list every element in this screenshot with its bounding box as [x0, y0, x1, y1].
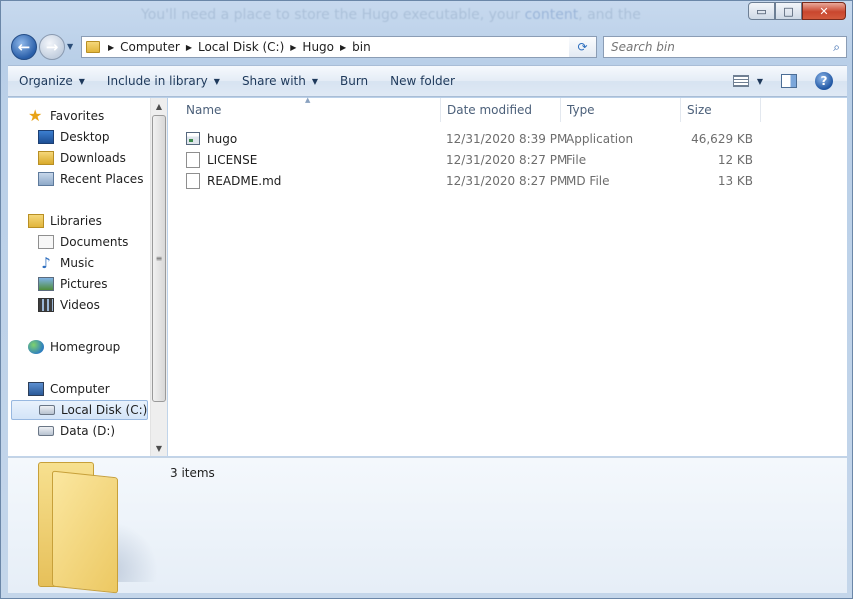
desktop-icon	[38, 130, 54, 144]
chevron-down-icon: ▼	[213, 76, 220, 86]
forward-button[interactable]: →	[39, 34, 65, 60]
scrollbar-thumb[interactable]: ≡	[152, 115, 166, 402]
nav-libraries[interactable]: Libraries	[8, 211, 148, 231]
chevron-right-icon[interactable]: ▶	[340, 43, 346, 52]
nav-homegroup[interactable]: Homegroup	[8, 337, 148, 357]
include-in-library-button[interactable]: Include in library ▼	[96, 74, 231, 88]
scroll-up-icon[interactable]: ▲	[151, 98, 167, 114]
chevron-right-icon[interactable]: ▶	[108, 43, 114, 52]
nav-documents[interactable]: Documents	[8, 232, 148, 252]
nav-data-drive[interactable]: Data (D:)	[8, 421, 148, 441]
item-count: 3 items	[170, 466, 215, 480]
details-pane: 3 items	[8, 457, 847, 594]
file-size: 12 KB	[717, 152, 753, 167]
nav-videos[interactable]: Videos	[8, 295, 148, 315]
recent-places-icon	[38, 172, 54, 186]
change-view-icon[interactable]	[732, 75, 749, 87]
view-options-dropdown-icon[interactable]: ▼	[757, 77, 763, 86]
search-box[interactable]: ⌕	[603, 36, 847, 58]
chevron-right-icon[interactable]: ▶	[290, 43, 296, 52]
minimize-button[interactable]: ▭	[748, 2, 775, 20]
homegroup-icon	[28, 340, 44, 354]
navigation-bar: ← → ▼ ▶ Computer ▶ Local Disk (C:) ▶ Hugo ▶…	[9, 32, 847, 62]
videos-icon	[38, 298, 54, 312]
preview-pane-icon[interactable]	[781, 74, 797, 88]
documents-icon	[38, 235, 54, 249]
nav-recent-places[interactable]: Recent Places	[8, 169, 148, 189]
recent-pages-dropdown-icon[interactable]: ▼	[67, 42, 73, 51]
organize-button[interactable]: Organize ▼	[8, 74, 96, 88]
chevron-right-icon[interactable]: ▶	[186, 43, 192, 52]
breadcrumb-local-disk[interactable]: ▶ Local Disk (C:)	[184, 40, 288, 54]
file-type: File	[566, 152, 587, 167]
application-icon	[186, 132, 200, 145]
nav-computer[interactable]: Computer	[8, 379, 148, 399]
nav-desktop[interactable]: Desktop	[8, 127, 148, 147]
music-icon: ♪	[41, 254, 51, 272]
nav-local-disk[interactable]: Local Disk (C:)	[11, 400, 148, 420]
star-icon: ★	[28, 106, 43, 125]
column-header-type[interactable]: Type	[561, 98, 681, 122]
command-bar: Organize ▼ Include in library ▼ Share with…	[8, 65, 847, 97]
file-row-license[interactable]: LICENSE 12/31/2020 8:27 PM File 12 KB	[168, 149, 847, 170]
computer-icon	[28, 382, 44, 396]
file-name: LICENSE	[186, 149, 257, 170]
window-caption-buttons: ▭ □ ✕	[748, 2, 846, 20]
file-icon	[186, 172, 200, 189]
downloads-icon	[38, 151, 54, 165]
maximize-button[interactable]: □	[775, 2, 802, 20]
libraries-icon	[28, 214, 44, 228]
nav-pictures[interactable]: Pictures	[8, 274, 148, 294]
column-header-size[interactable]: Size	[681, 98, 761, 122]
local-disk-icon	[39, 405, 55, 415]
new-folder-button[interactable]: New folder	[379, 74, 466, 88]
breadcrumb-computer[interactable]: ▶ Computer	[106, 40, 184, 54]
refresh-button[interactable]: ⟳	[569, 36, 597, 58]
chevron-down-icon: ▼	[311, 76, 318, 86]
close-button[interactable]: ✕	[802, 2, 846, 20]
file-row-hugo[interactable]: hugo 12/31/2020 8:39 PM Application 46,6…	[168, 128, 847, 149]
share-with-button[interactable]: Share with ▼	[231, 74, 329, 88]
background-page-text: You'll need a place to store the Hugo ex…	[141, 7, 641, 23]
file-name: hugo	[186, 128, 237, 149]
file-type: Application	[566, 131, 634, 146]
breadcrumb-hugo[interactable]: ▶ Hugo	[288, 40, 338, 54]
file-row-readme[interactable]: README.md 12/31/2020 8:27 PM MD File 13 …	[168, 170, 847, 191]
file-date: 12/31/2020 8:39 PM	[446, 131, 568, 146]
nav-favorites[interactable]: ★ Favorites	[8, 106, 148, 126]
file-date: 12/31/2020 8:27 PM	[446, 152, 568, 167]
back-button[interactable]: ←	[11, 34, 37, 60]
nav-music[interactable]: ♪ Music	[8, 253, 148, 273]
search-icon[interactable]: ⌕	[833, 40, 840, 55]
column-header-name[interactable]: Name	[180, 98, 441, 122]
file-list: ▲ Name Date modified Type Size hugo 12/3…	[168, 96, 847, 456]
file-date: 12/31/2020 8:27 PM	[446, 173, 568, 188]
scroll-down-icon[interactable]: ▼	[151, 440, 167, 456]
burn-button[interactable]: Burn	[329, 74, 379, 88]
column-header-date-modified[interactable]: Date modified	[441, 98, 561, 122]
navigation-pane: ★ Favorites Desktop Downloads Recent Plac…	[8, 98, 167, 456]
search-input[interactable]	[611, 40, 816, 54]
explorer-window: You'll need a place to store the Hugo ex…	[0, 0, 853, 599]
pictures-icon	[38, 277, 54, 291]
file-size: 46,629 KB	[691, 131, 753, 146]
file-size: 13 KB	[717, 173, 753, 188]
nav-pane-scrollbar[interactable]: ▲ ≡ ▼	[150, 98, 167, 456]
help-icon[interactable]: ?	[815, 72, 833, 90]
file-type: MD File	[566, 173, 610, 188]
chevron-down-icon: ▼	[78, 76, 85, 86]
address-bar[interactable]: ▶Computer ▶Local Disk (C:) ▶Hugo ▶bin ▼	[81, 36, 597, 58]
folder-icon	[38, 462, 158, 594]
drive-icon	[38, 426, 54, 436]
nav-downloads[interactable]: Downloads	[8, 148, 148, 168]
file-name: README.md	[186, 170, 281, 191]
file-icon	[186, 151, 200, 168]
folder-icon	[86, 41, 100, 53]
breadcrumb-bin[interactable]: ▶ bin	[338, 40, 375, 54]
